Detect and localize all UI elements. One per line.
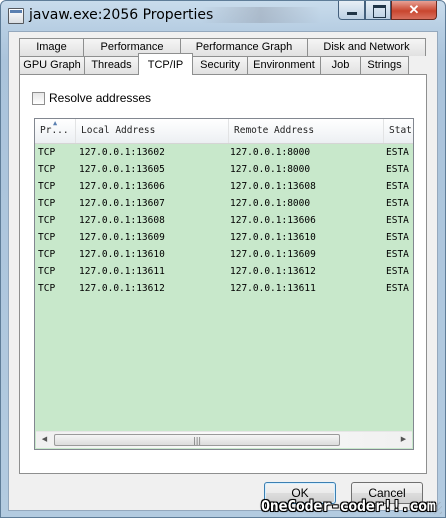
watermark: OneCoder-coder!!.com — [261, 497, 436, 515]
cell-local-address: 127.0.0.1:13607 — [79, 198, 165, 209]
cell-state: ESTA — [386, 215, 409, 226]
minimize-button[interactable] — [338, 1, 365, 20]
cell-local-address: 127.0.0.1:13610 — [79, 249, 165, 260]
column-header-protocol[interactable]: ▲ Pr... — [35, 119, 76, 143]
cell-remote-address: 127.0.0.1:8000 — [230, 147, 311, 158]
list-header: ▲ Pr... Local Address Remote Address Sta… — [35, 119, 413, 144]
properties-window: javaw.exe:2056 Properties ✕ Image Perfor… — [0, 0, 446, 518]
column-header-state[interactable]: Stat — [384, 119, 413, 143]
tab-security[interactable]: Security — [192, 56, 248, 74]
resolve-addresses-label[interactable]: Resolve addresses — [49, 91, 151, 105]
cell-local-address: 127.0.0.1:13611 — [79, 266, 165, 277]
resolve-addresses-checkbox[interactable] — [32, 91, 45, 105]
tab-performance-graph[interactable]: Performance Graph — [180, 38, 308, 56]
tcp-ip-tab-page: Resolve addresses ▲ Pr... Local Address … — [19, 74, 427, 474]
cell-protocol: TCP — [38, 266, 56, 277]
tab-threads[interactable]: Threads — [84, 56, 139, 74]
tab-disk-and-network[interactable]: Disk and Network — [307, 38, 426, 56]
cell-local-address: 127.0.0.1:13608 — [79, 215, 165, 226]
cell-protocol: TCP — [38, 181, 56, 192]
tab-gpu-graph[interactable]: GPU Graph — [19, 56, 85, 74]
cell-remote-address: 127.0.0.1:13609 — [230, 249, 316, 260]
table-row[interactable]: TCP 127.0.0.1:13602 127.0.0.1:8000 ESTA — [35, 144, 413, 161]
tab-strings[interactable]: Strings — [360, 56, 409, 74]
cell-state: ESTA — [386, 249, 409, 260]
close-button[interactable]: ✕ — [391, 1, 437, 20]
cell-local-address: 127.0.0.1:13612 — [79, 283, 165, 294]
scroll-right-arrow-icon[interactable]: ▶ — [395, 432, 412, 448]
title-bar[interactable]: javaw.exe:2056 Properties ✕ — [1, 1, 445, 31]
cell-state: ESTA — [386, 198, 409, 209]
cell-protocol: TCP — [38, 164, 56, 175]
tab-image[interactable]: Image — [19, 38, 84, 56]
table-row[interactable]: TCP 127.0.0.1:13612 127.0.0.1:13611 ESTA — [35, 280, 413, 297]
tab-row-top: Image Performance Performance Graph Disk… — [19, 38, 426, 57]
scroll-left-arrow-icon[interactable]: ◀ — [36, 432, 53, 448]
cell-protocol: TCP — [38, 249, 56, 260]
tab-environment[interactable]: Environment — [247, 56, 321, 74]
scrollbar-grip-icon: ||| — [193, 436, 202, 445]
column-header-local-address[interactable]: Local Address — [76, 119, 229, 143]
tab-tcp-ip[interactable]: TCP/IP — [138, 53, 193, 75]
cell-local-address: 127.0.0.1:13606 — [79, 181, 165, 192]
table-row[interactable]: TCP 127.0.0.1:13608 127.0.0.1:13606 ESTA — [35, 212, 413, 229]
cell-protocol: TCP — [38, 283, 56, 294]
column-header-remote-address[interactable]: Remote Address — [229, 119, 384, 143]
table-row[interactable]: TCP 127.0.0.1:13607 127.0.0.1:8000 ESTA — [35, 195, 413, 212]
cell-remote-address: 127.0.0.1:13611 — [230, 283, 316, 294]
cell-remote-address: 127.0.0.1:13608 — [230, 181, 316, 192]
cell-local-address: 127.0.0.1:13605 — [79, 164, 165, 175]
tab-job[interactable]: Job — [320, 56, 361, 74]
cell-state: ESTA — [386, 164, 409, 175]
maximize-button[interactable] — [365, 1, 391, 20]
table-row[interactable]: TCP 127.0.0.1:13610 127.0.0.1:13609 ESTA — [35, 246, 413, 263]
cell-state: ESTA — [386, 181, 409, 192]
cell-protocol: TCP — [38, 215, 56, 226]
app-window-icon — [8, 8, 24, 24]
cell-remote-address: 127.0.0.1:8000 — [230, 198, 311, 209]
connections-list[interactable]: ▲ Pr... Local Address Remote Address Sta… — [34, 118, 414, 450]
cell-protocol: TCP — [38, 147, 56, 158]
cell-remote-address: 127.0.0.1:13606 — [230, 215, 316, 226]
blurred-background-title — [201, 7, 321, 23]
tab-row-bottom: GPU Graph Threads TCP/IP Security Enviro… — [19, 53, 409, 75]
sort-ascending-icon: ▲ — [53, 119, 58, 127]
close-icon: ✕ — [408, 2, 420, 17]
cell-state: ESTA — [386, 147, 409, 158]
cell-local-address: 127.0.0.1:13602 — [79, 147, 165, 158]
scrollbar-thumb[interactable]: ||| — [54, 434, 340, 446]
cell-remote-address: 127.0.0.1:13612 — [230, 266, 316, 277]
cell-protocol: TCP — [38, 232, 56, 243]
resolve-addresses-row: Resolve addresses — [32, 90, 151, 106]
cell-state: ESTA — [386, 232, 409, 243]
list-rows: TCP 127.0.0.1:13602 127.0.0.1:8000 ESTA … — [35, 144, 413, 297]
cell-remote-address: 127.0.0.1:8000 — [230, 164, 311, 175]
dialog-client-area: Image Performance Performance Graph Disk… — [8, 31, 438, 511]
cell-local-address: 127.0.0.1:13609 — [79, 232, 165, 243]
table-row[interactable]: TCP 127.0.0.1:13606 127.0.0.1:13608 ESTA — [35, 178, 413, 195]
cell-state: ESTA — [386, 283, 409, 294]
table-row[interactable]: TCP 127.0.0.1:13611 127.0.0.1:13612 ESTA — [35, 263, 413, 280]
cell-state: ESTA — [386, 266, 409, 277]
horizontal-scrollbar[interactable]: ◀ ||| ▶ — [36, 431, 412, 448]
cell-remote-address: 127.0.0.1:13610 — [230, 232, 316, 243]
cell-protocol: TCP — [38, 198, 56, 209]
window-title: javaw.exe:2056 Properties — [29, 7, 214, 23]
table-row[interactable]: TCP 127.0.0.1:13609 127.0.0.1:13610 ESTA — [35, 229, 413, 246]
table-row[interactable]: TCP 127.0.0.1:13605 127.0.0.1:8000 ESTA — [35, 161, 413, 178]
